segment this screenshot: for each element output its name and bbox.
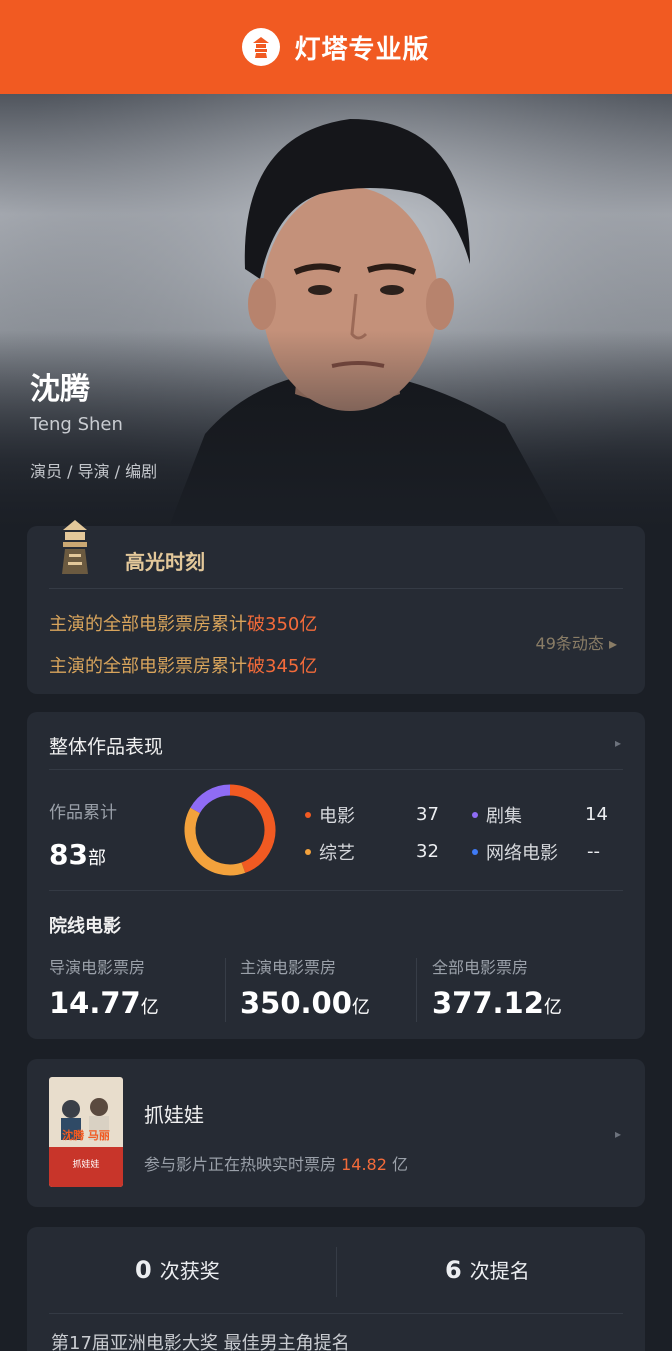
highlight-hot-text: 破350亿	[247, 614, 318, 635]
box-office-unit: 亿	[140, 997, 159, 1018]
legend-dot	[305, 849, 311, 855]
works-card: 整体作品表现 ▸ 作品累计 83部 电影 37 剧集 14 综艺 32 网络电影…	[27, 712, 645, 1039]
film-title: 抓娃娃	[144, 1103, 204, 1127]
divider	[49, 890, 623, 891]
film-box-office-unit: 亿	[392, 1155, 409, 1174]
legend-value: --	[587, 841, 600, 862]
film-box-office-amount: 14.82	[341, 1155, 387, 1174]
lead-box-office-value: 350.00亿	[240, 986, 370, 1020]
works-donut-chart	[184, 784, 276, 876]
legend-item-movie: 电影	[305, 802, 355, 828]
highlight-item[interactable]: 主演的全部电影票房累计破350亿	[49, 610, 317, 636]
cinema-section-title: 院线电影	[49, 916, 121, 937]
donut-slice-剧集	[190, 784, 231, 814]
highlight-hot-text: 破345亿	[247, 656, 318, 677]
awards-wins[interactable]: 0 次获奖	[135, 1255, 220, 1284]
total-unit: 部	[87, 848, 106, 869]
legend-value: 14	[585, 804, 608, 825]
now-showing-card[interactable]: 沈腾 马丽 抓娃娃 抓娃娃 参与影片正在热映实时票房 14.82 亿 ▸	[27, 1059, 645, 1207]
director-box-office-label: 导演电影票房	[49, 958, 146, 977]
divider	[336, 1247, 337, 1297]
nominations-count: 6	[445, 1256, 462, 1284]
wins-label: 次获奖	[159, 1259, 220, 1283]
box-office-unit: 亿	[543, 997, 562, 1018]
awards-card: 0 次获奖 6 次提名 第17届亚洲电影大奖 最佳男主角提名	[27, 1227, 645, 1351]
actor-roles: 演员 / 导演 / 编剧	[30, 462, 158, 481]
legend-item-variety: 综艺	[305, 839, 355, 865]
wins-count: 0	[135, 1256, 152, 1284]
donut-slice-电影	[229, 784, 276, 873]
divider	[416, 958, 417, 1022]
legend-dot	[472, 849, 478, 855]
chevron-right-icon[interactable]: ▸	[615, 736, 621, 750]
divider	[225, 958, 226, 1022]
actor-name-cn: 沈腾	[30, 372, 90, 407]
latest-nomination[interactable]: 第17届亚洲电影大奖 最佳男主角提名	[51, 1329, 350, 1351]
all-box-office-value: 377.12亿	[432, 986, 562, 1020]
legend-value: 32	[416, 841, 439, 862]
legend-value: 37	[416, 804, 439, 825]
nominations-label: 次提名	[469, 1259, 530, 1283]
box-office-number: 14.77	[49, 986, 141, 1020]
highlights-card[interactable]: 高光时刻 主演的全部电影票房累计破350亿 主演的全部电影票房累计破345亿 4…	[27, 520, 645, 694]
highlight-item[interactable]: 主演的全部电影票房累计破345亿	[49, 652, 317, 678]
actor-name-en: Teng Shen	[30, 414, 123, 435]
box-office-number: 377.12	[432, 986, 544, 1020]
lead-box-office-label: 主演电影票房	[240, 958, 337, 977]
poster-tag-text: 抓娃娃	[72, 1158, 99, 1170]
lighthouse-logo-icon	[242, 28, 281, 66]
highlight-text: 主演的全部电影票房累计	[49, 614, 247, 635]
legend-item-series: 剧集	[472, 802, 522, 828]
lighthouse-badge-icon	[62, 520, 88, 574]
director-box-office-value: 14.77亿	[49, 986, 159, 1020]
legend-label: 网络电影	[486, 843, 558, 864]
total-works-label: 作品累计	[49, 803, 117, 823]
divider	[49, 588, 623, 589]
box-office-unit: 亿	[351, 997, 370, 1018]
legend-dot	[305, 812, 311, 818]
all-box-office-label: 全部电影票房	[432, 958, 529, 977]
profile-hero: 沈腾 Teng Shen 演员 / 导演 / 编剧	[0, 94, 672, 524]
more-updates-link[interactable]: 49条动态 ▸	[536, 630, 617, 654]
total-count: 83	[49, 838, 88, 871]
film-sub-text: 参与影片正在热映实时票房	[144, 1155, 337, 1174]
legend-item-web-movie: 网络电影	[472, 839, 558, 865]
app-title: 灯塔专业版	[294, 34, 430, 65]
legend-label: 剧集	[486, 806, 522, 827]
poster-title-text: 沈腾 马丽	[62, 1128, 110, 1142]
highlights-title: 高光时刻	[125, 550, 205, 574]
app-header: 灯塔专业版	[0, 0, 672, 94]
chevron-right-icon[interactable]: ▸	[615, 1127, 621, 1141]
divider	[49, 1313, 623, 1314]
legend-label: 综艺	[319, 843, 355, 864]
film-poster[interactable]: 沈腾 马丽 抓娃娃	[49, 1077, 123, 1187]
donut-slice-综艺	[184, 807, 246, 876]
works-title[interactable]: 整体作品表现	[49, 732, 163, 759]
legend-label: 电影	[319, 806, 355, 827]
highlight-text: 主演的全部电影票房累计	[49, 656, 247, 677]
divider	[49, 769, 623, 770]
box-office-number: 350.00	[240, 986, 352, 1020]
total-works-value: 83部	[49, 838, 106, 871]
awards-nominations[interactable]: 6 次提名	[445, 1255, 530, 1284]
film-realtime-box-office: 参与影片正在热映实时票房 14.82 亿	[144, 1151, 408, 1175]
legend-dot	[472, 812, 478, 818]
